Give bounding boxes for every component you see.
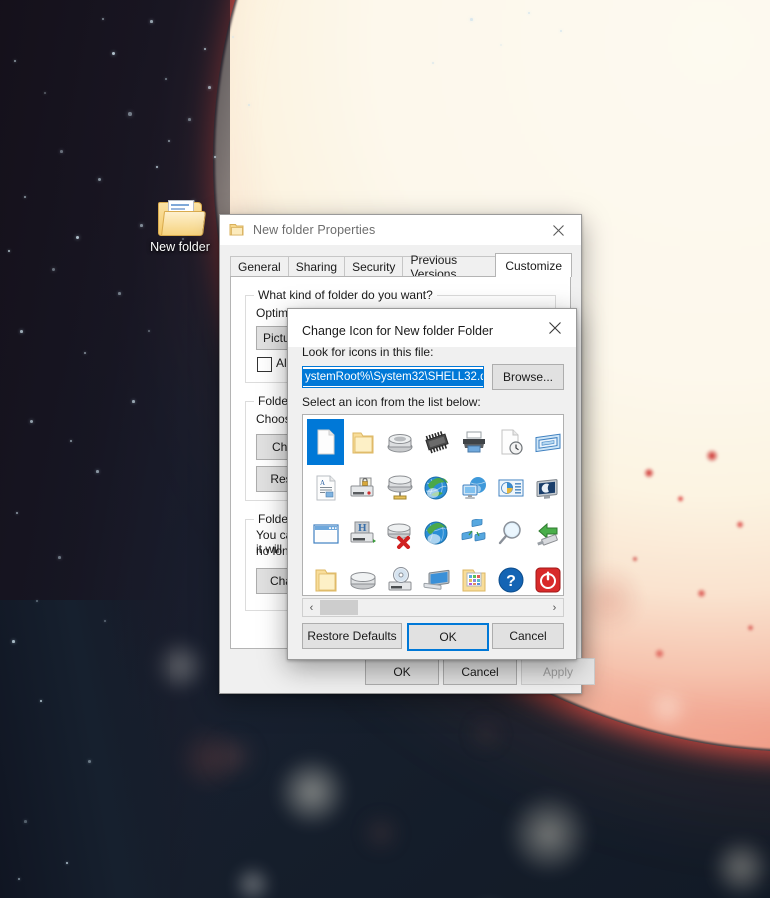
icon-cell-hard-drive[interactable]	[381, 419, 418, 465]
icon-cell-mapped-drive-h[interactable]: H	[344, 511, 381, 557]
tab-customize-label: Customize	[505, 259, 562, 273]
properties-window-title: New folder Properties	[253, 223, 375, 237]
tab-customize[interactable]: Customize	[495, 253, 572, 277]
icon-file-input-value: ystemRoot%\System32\SHELL32.dll	[303, 369, 484, 386]
icon-cell-disconnected-drive[interactable]	[381, 511, 418, 557]
tab-previous-versions[interactable]: Previous Versions	[402, 256, 496, 276]
icon-cell-network-computer[interactable]	[455, 465, 492, 511]
change-icon-footer: Restore Defaults OK Cancel	[288, 609, 576, 659]
icon-cell-workgroup-network[interactable]	[455, 511, 492, 557]
svg-text:?: ?	[506, 573, 516, 590]
properties-cancel-label: Cancel	[461, 665, 498, 679]
icon-cell-search-magnifier[interactable]	[492, 511, 529, 557]
folder-with-documents-icon	[158, 200, 202, 236]
icon-list-box[interactable]: A H ?	[302, 414, 564, 596]
icon-cell-document-with-clock[interactable]	[492, 419, 529, 465]
folder-icon	[229, 223, 244, 237]
icon-cell-folder[interactable]	[344, 419, 381, 465]
icon-cell-presentation-chart[interactable]	[492, 465, 529, 511]
desktop-icon-new-folder[interactable]: New folder	[141, 200, 219, 255]
properties-tabstrip: General Sharing Security Previous Versio…	[230, 255, 571, 276]
apply-subfolders-checkbox[interactable]	[257, 357, 272, 372]
icon-grid: A H ?	[307, 419, 564, 596]
icon-list-label: Select an icon from the list below:	[302, 395, 481, 409]
icon-cell-shutdown-power[interactable]	[529, 557, 564, 596]
properties-ok-button[interactable]: OK	[365, 658, 439, 685]
browse-button-label: Browse...	[503, 370, 553, 384]
change-icon-cancel-label: Cancel	[509, 629, 546, 643]
icon-cell-computer-monitor[interactable]	[418, 557, 455, 596]
icon-cell-screensaver-monitor[interactable]	[529, 465, 564, 511]
tab-security-label: Security	[352, 260, 395, 274]
close-icon[interactable]	[538, 315, 572, 341]
restore-defaults-label: Restore Defaults	[307, 629, 396, 643]
restore-defaults-button[interactable]: Restore Defaults	[302, 623, 402, 649]
icon-cell-disk-drive[interactable]	[344, 557, 381, 596]
icon-cell-memory-chip[interactable]	[418, 419, 455, 465]
change-icon-cancel-button[interactable]: Cancel	[492, 623, 564, 649]
icon-cell-application-window[interactable]	[307, 511, 344, 557]
icon-cell-folder-with-apps[interactable]	[455, 557, 492, 596]
wallpaper-dark-bottom-left	[0, 600, 170, 898]
icon-cell-safely-remove-usb[interactable]	[529, 511, 564, 557]
icon-cell-open-folder[interactable]	[307, 557, 344, 596]
folder-type-legend: What kind of folder do you want?	[254, 288, 437, 302]
change-icon-ok-label: OK	[439, 630, 456, 644]
icon-cell-blank-document[interactable]	[307, 419, 344, 465]
wallpaper-red-flares	[600, 430, 770, 860]
icon-cell-text-document[interactable]: A	[307, 465, 344, 511]
tab-general[interactable]: General	[230, 256, 289, 276]
file-path-label: Look for icons in this file:	[302, 345, 433, 359]
tab-security[interactable]: Security	[344, 256, 403, 276]
change-icon-ok-button[interactable]: OK	[407, 623, 489, 651]
icon-file-input[interactable]: ystemRoot%\System32\SHELL32.dll	[302, 366, 484, 388]
properties-cancel-button[interactable]: Cancel	[443, 658, 517, 685]
icon-cell-locked-drive[interactable]	[344, 465, 381, 511]
properties-titlebar[interactable]: New folder Properties	[220, 215, 581, 246]
icon-cell-printer[interactable]	[455, 419, 492, 465]
icon-cell-display-window[interactable]	[529, 419, 564, 465]
svg-text:A: A	[320, 479, 325, 487]
change-icon-dialog-title: Change Icon for New folder Folder	[302, 324, 493, 338]
browse-button[interactable]: Browse...	[492, 364, 564, 390]
icon-cell-cd-drive[interactable]	[381, 557, 418, 596]
properties-apply-button: Apply	[521, 658, 595, 685]
svg-text:H: H	[358, 522, 367, 534]
icon-cell-internet-globe[interactable]	[418, 465, 455, 511]
tab-sharing-label: Sharing	[296, 260, 337, 274]
icon-cell-network-drive[interactable]	[381, 465, 418, 511]
icon-cell-web-globe[interactable]	[418, 511, 455, 557]
properties-apply-label: Apply	[543, 665, 573, 679]
change-icon-dialog: Change Icon for New folder Folder Look f…	[287, 308, 577, 660]
close-icon[interactable]	[536, 216, 581, 245]
desktop-icon-label: New folder	[150, 240, 210, 255]
icon-cell-help-question[interactable]: ?	[492, 557, 529, 596]
tab-general-label: General	[238, 260, 281, 274]
tab-sharing[interactable]: Sharing	[288, 256, 345, 276]
properties-ok-label: OK	[393, 665, 410, 679]
